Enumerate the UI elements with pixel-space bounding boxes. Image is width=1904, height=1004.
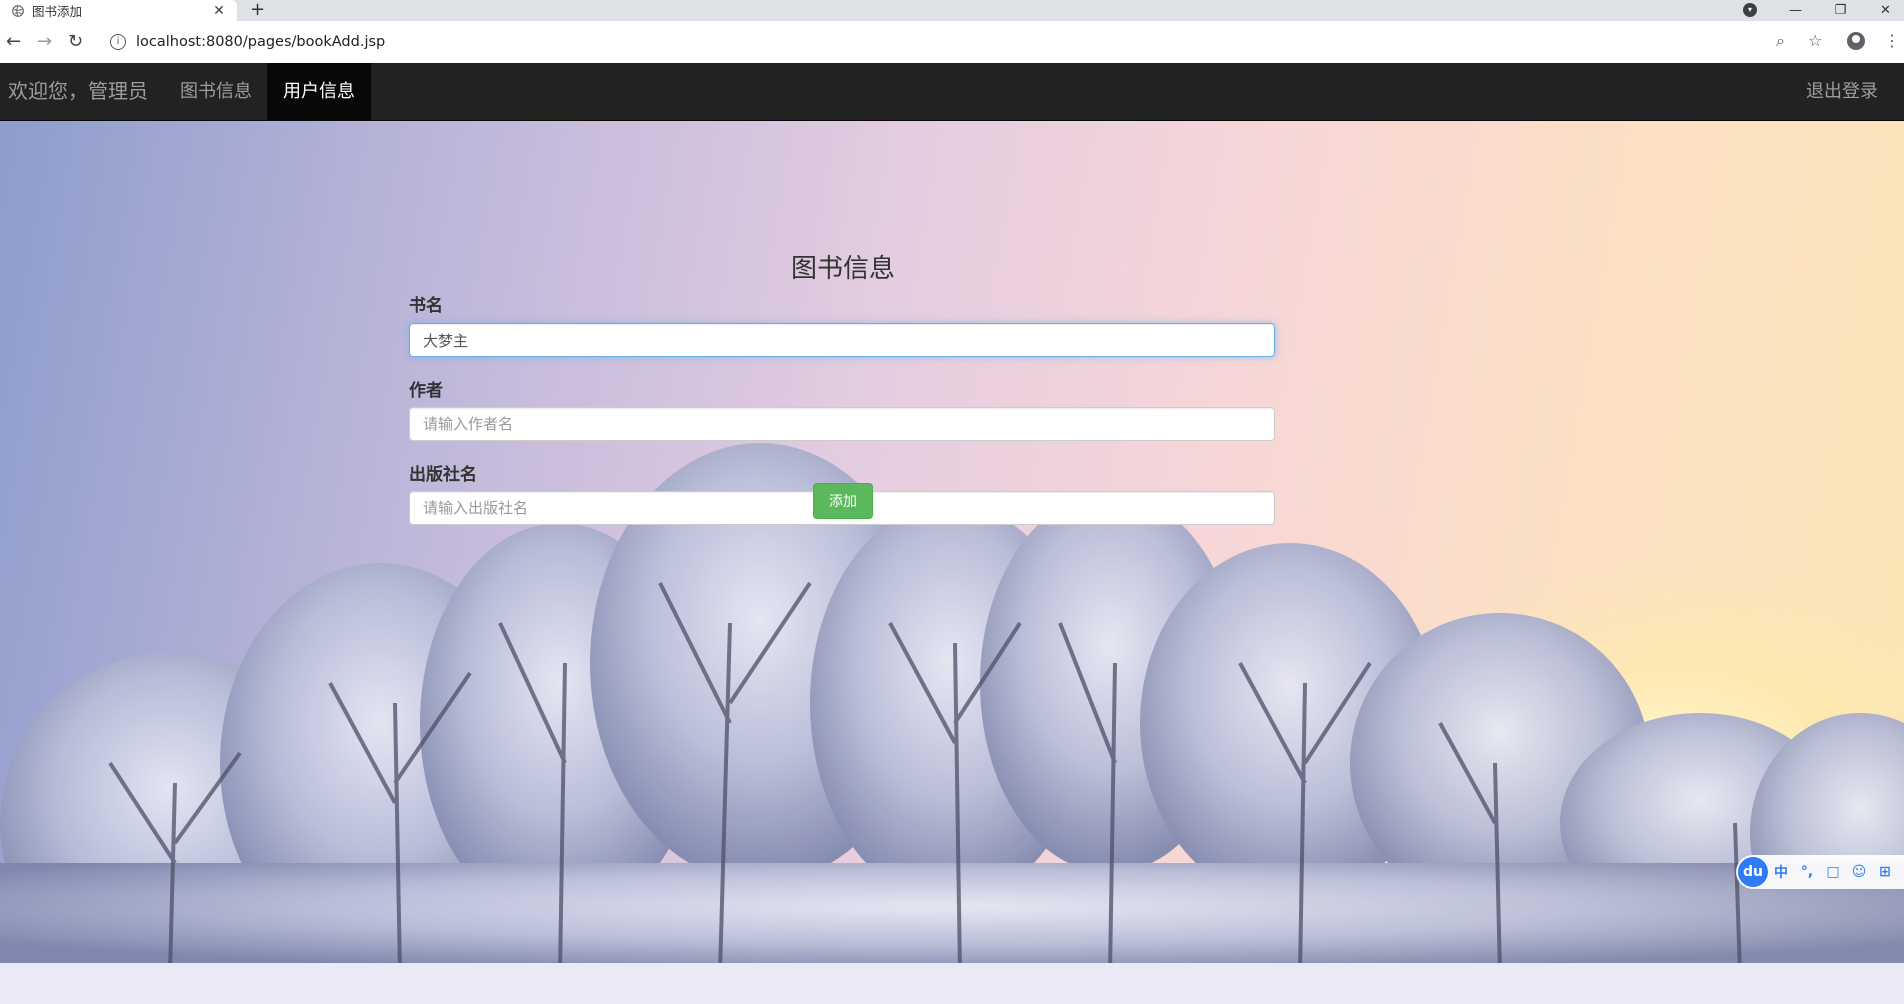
- profile-icon[interactable]: [1847, 32, 1865, 50]
- address-bar: ← → ↻ i localhost:8080/pages/bookAdd.jsp…: [0, 21, 1904, 64]
- window-controls: — ❐ ✕: [1773, 0, 1904, 21]
- forward-icon[interactable]: →: [37, 31, 52, 52]
- logout-link[interactable]: 退出登录: [1806, 63, 1878, 120]
- book-name-input[interactable]: [409, 323, 1275, 357]
- ime-user-icon[interactable]: ☺: [1846, 864, 1872, 880]
- new-tab-button[interactable]: +: [250, 0, 265, 20]
- top-navbar: 欢迎您，管理员 图书信息 用户信息 退出登录: [0, 63, 1904, 121]
- minimize-icon[interactable]: —: [1773, 3, 1818, 18]
- baidu-ime-logo[interactable]: du: [1738, 857, 1768, 887]
- browser-tab-strip: 图书添加 ✕ + ▾ — ❐ ✕: [0, 0, 1904, 21]
- ime-toolbar: du 中 °, □ ☺ ⊞: [1736, 855, 1904, 889]
- back-icon[interactable]: ←: [6, 31, 21, 52]
- ime-chinese-mode[interactable]: 中: [1768, 862, 1794, 882]
- publisher-label: 出版社名: [409, 465, 477, 485]
- close-window-icon[interactable]: ✕: [1863, 3, 1904, 18]
- ime-grid-icon[interactable]: ⊞: [1872, 864, 1898, 880]
- form-title: 图书信息: [790, 254, 895, 284]
- url-text[interactable]: localhost:8080/pages/bookAdd.jsp: [136, 34, 385, 50]
- nav-item-user-info[interactable]: 用户信息: [267, 63, 371, 120]
- star-icon[interactable]: ☆: [1808, 31, 1822, 50]
- reload-icon[interactable]: ↻: [68, 31, 83, 52]
- restore-icon[interactable]: ❐: [1818, 3, 1863, 18]
- add-button[interactable]: 添加: [813, 483, 873, 519]
- globe-icon: [12, 4, 24, 17]
- welcome-brand[interactable]: 欢迎您，管理员: [8, 63, 148, 120]
- nav-item-book-info[interactable]: 图书信息: [164, 63, 268, 120]
- profile-dropdown-icon[interactable]: ▾: [1743, 3, 1757, 17]
- frosted-trees-background: [0, 443, 1904, 1004]
- close-icon[interactable]: ✕: [211, 3, 227, 19]
- ime-keyboard-icon[interactable]: □: [1820, 864, 1846, 880]
- page-content: 欢迎您，管理员 图书信息 用户信息 退出登录 图书信息 书名 作者 出版社名 添…: [0, 63, 1904, 1004]
- browser-tab[interactable]: 图书添加 ✕: [0, 0, 237, 21]
- info-icon[interactable]: i: [110, 34, 126, 50]
- book-name-label: 书名: [409, 296, 443, 316]
- author-input[interactable]: [409, 407, 1275, 441]
- ime-punctuation[interactable]: °,: [1794, 864, 1820, 880]
- menu-icon[interactable]: ⋮: [1884, 31, 1900, 50]
- tab-title: 图书添加: [32, 4, 83, 19]
- url-box[interactable]: i localhost:8080/pages/bookAdd.jsp: [104, 29, 1794, 55]
- author-label: 作者: [409, 381, 443, 401]
- zoom-icon[interactable]: ⌕: [1776, 31, 1785, 51]
